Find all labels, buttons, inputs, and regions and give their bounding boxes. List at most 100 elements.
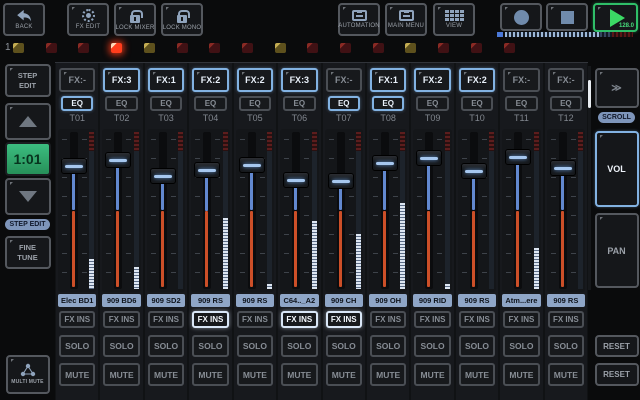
fx-insert-button[interactable]: FX INS	[414, 311, 450, 328]
fader-handle[interactable]	[550, 160, 576, 176]
mute-button[interactable]: MUTE	[414, 363, 450, 386]
fader-handle[interactable]	[283, 172, 309, 188]
main-menu-button[interactable]: MAIN MENU	[385, 3, 427, 36]
fader-handle[interactable]	[461, 163, 487, 179]
solo-button[interactable]: SOLO	[459, 335, 495, 357]
fx-slot-button[interactable]: FX:1	[148, 68, 184, 92]
fx-insert-button[interactable]: FX INS	[192, 311, 228, 328]
lock-mixer-button[interactable]: LOCK MIXER	[114, 3, 156, 36]
fx-insert-button[interactable]: FX INS	[281, 311, 317, 328]
fader-handle[interactable]	[372, 155, 398, 171]
track-name-label[interactable]: 909 RS	[191, 294, 229, 307]
mute-button[interactable]: MUTE	[59, 363, 95, 386]
fine-tune-button[interactable]: FINE TUNE	[5, 236, 51, 269]
record-button[interactable]	[500, 3, 542, 31]
vol-mode-button[interactable]: VOL	[595, 131, 639, 207]
solo-button[interactable]: SOLO	[548, 335, 584, 357]
fx-slot-button[interactable]: FX:2	[192, 68, 228, 92]
fader-handle[interactable]	[416, 150, 442, 166]
track-name-label[interactable]: 909 CH	[325, 294, 363, 307]
step-edit-button[interactable]: STEP EDIT	[5, 64, 51, 97]
eq-button[interactable]: EQ	[150, 96, 182, 111]
multi-mute-button[interactable]: MULTI MUTE	[6, 355, 50, 394]
track-name-label[interactable]: 909 SD2	[147, 294, 185, 307]
fader-handle[interactable]	[328, 173, 354, 189]
fader-handle[interactable]	[194, 162, 220, 178]
mute-button[interactable]: MUTE	[281, 363, 317, 386]
play-button[interactable]: 128.0	[593, 3, 638, 32]
eq-button[interactable]: EQ	[61, 96, 93, 111]
fx-slot-button[interactable]: FX:3	[281, 68, 317, 92]
mute-button[interactable]: MUTE	[370, 363, 406, 386]
eq-button[interactable]: EQ	[372, 96, 404, 111]
stop-button[interactable]	[546, 3, 588, 31]
solo-button[interactable]: SOLO	[503, 335, 539, 357]
solo-button[interactable]: SOLO	[370, 335, 406, 357]
mute-button[interactable]: MUTE	[148, 363, 184, 386]
mute-button[interactable]: MUTE	[192, 363, 228, 386]
back-button[interactable]: BACK	[3, 3, 45, 36]
fx-slot-button[interactable]: FX:1	[370, 68, 406, 92]
fader-handle[interactable]	[150, 168, 176, 184]
fx-slot-button[interactable]: FX:3	[103, 68, 139, 92]
fx-insert-button[interactable]: FX INS	[148, 311, 184, 328]
fx-insert-button[interactable]: FX INS	[459, 311, 495, 328]
mute-button[interactable]: MUTE	[237, 363, 273, 386]
fx-insert-button[interactable]: FX INS	[503, 311, 539, 328]
track-name-label[interactable]: 909 RS	[547, 294, 585, 307]
eq-button[interactable]: EQ	[416, 96, 448, 111]
fader-handle[interactable]	[61, 158, 87, 174]
fx-slot-button[interactable]: FX:-	[326, 68, 362, 92]
solo-button[interactable]: SOLO	[103, 335, 139, 357]
fx-insert-button[interactable]: FX INS	[237, 311, 273, 328]
pan-mode-button[interactable]: PAN	[595, 213, 639, 288]
solo-button[interactable]: SOLO	[281, 335, 317, 357]
automation-button[interactable]: AUTOMATION	[338, 3, 380, 36]
fx-insert-button[interactable]: FX INS	[548, 311, 584, 328]
reset-mute-button[interactable]: RESET	[595, 363, 639, 386]
track-name-label[interactable]: 909 RS	[458, 294, 496, 307]
fader-handle[interactable]	[105, 152, 131, 168]
step-up-button[interactable]	[5, 103, 51, 140]
lock-mono-button[interactable]: LOCK MONO	[161, 3, 203, 36]
eq-button[interactable]: EQ	[194, 96, 226, 111]
eq-button[interactable]: EQ	[328, 96, 360, 111]
fx-slot-button[interactable]: FX:2	[414, 68, 450, 92]
eq-button[interactable]: EQ	[239, 96, 271, 111]
step-down-button[interactable]	[5, 178, 51, 215]
track-name-label[interactable]: Atm...ere	[502, 294, 540, 307]
solo-button[interactable]: SOLO	[148, 335, 184, 357]
fader-handle[interactable]	[239, 157, 265, 173]
solo-button[interactable]: SOLO	[59, 335, 95, 357]
mute-button[interactable]: MUTE	[326, 363, 362, 386]
fx-slot-button[interactable]: FX:2	[459, 68, 495, 92]
mute-button[interactable]: MUTE	[103, 363, 139, 386]
fx-edit-button[interactable]: FX EDIT	[67, 3, 109, 36]
fx-slot-button[interactable]: FX:-	[548, 68, 584, 92]
eq-button[interactable]: EQ	[283, 96, 315, 111]
fx-slot-button[interactable]: FX:-	[59, 68, 95, 92]
fx-insert-button[interactable]: FX INS	[59, 311, 95, 328]
mute-button[interactable]: MUTE	[548, 363, 584, 386]
eq-button[interactable]: EQ	[105, 96, 137, 111]
mixer-scrollbar-thumb[interactable]	[588, 80, 591, 108]
track-name-label[interactable]: C64.._A2	[280, 294, 318, 307]
fx-insert-button[interactable]: FX INS	[103, 311, 139, 328]
eq-button[interactable]: EQ	[550, 96, 582, 111]
scroll-button[interactable]: ≫	[595, 68, 639, 108]
fader-handle[interactable]	[505, 149, 531, 165]
mute-button[interactable]: MUTE	[503, 363, 539, 386]
fx-insert-button[interactable]: FX INS	[370, 311, 406, 328]
track-name-label[interactable]: 909 OH	[369, 294, 407, 307]
track-name-label[interactable]: 909 BD6	[102, 294, 140, 307]
track-name-label[interactable]: 909 RS	[236, 294, 274, 307]
view-button[interactable]: VIEW	[433, 3, 475, 36]
eq-button[interactable]: EQ	[461, 96, 493, 111]
song-position-bar[interactable]	[497, 32, 633, 37]
fx-slot-button[interactable]: FX:-	[503, 68, 539, 92]
fx-insert-button[interactable]: FX INS	[326, 311, 362, 328]
track-name-label[interactable]: Elec BD1	[58, 294, 96, 307]
solo-button[interactable]: SOLO	[326, 335, 362, 357]
eq-button[interactable]: EQ	[505, 96, 537, 111]
solo-button[interactable]: SOLO	[237, 335, 273, 357]
